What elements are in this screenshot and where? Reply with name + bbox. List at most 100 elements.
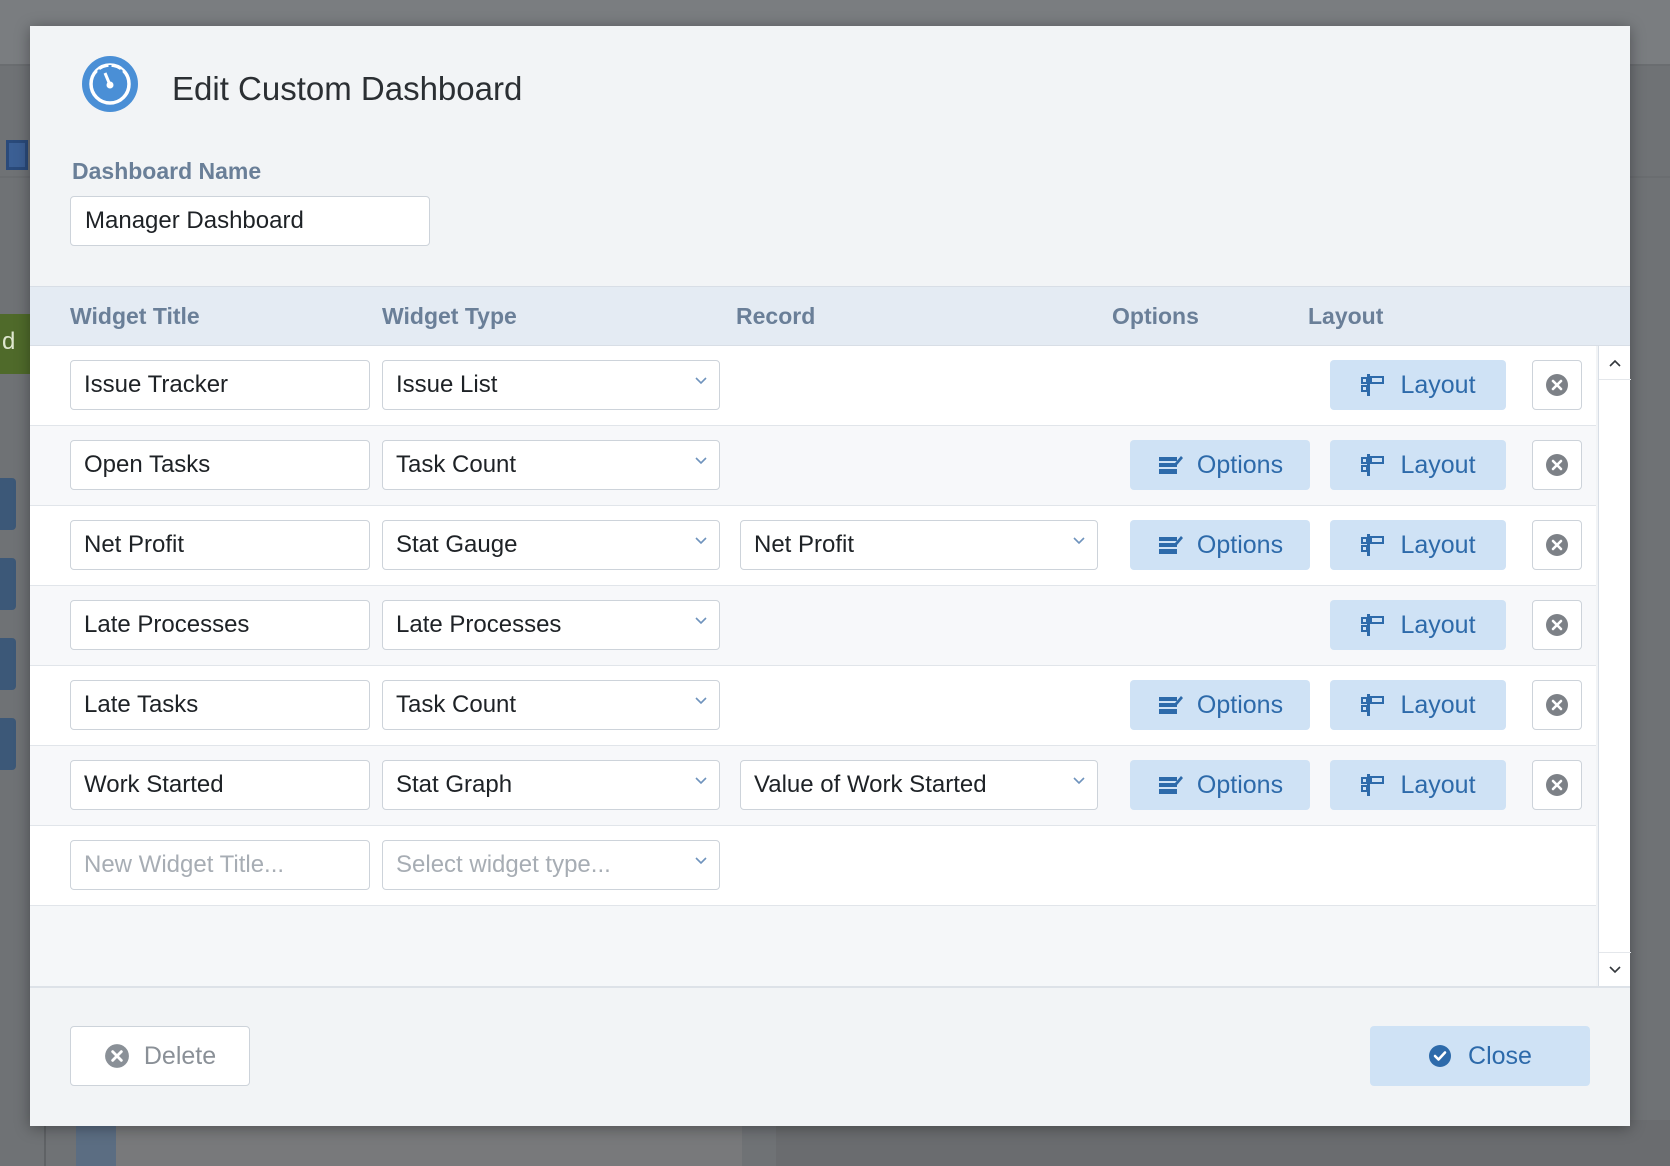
- record-select[interactable]: Net Profit: [740, 520, 1098, 570]
- remove-circle-icon: [1546, 774, 1568, 796]
- layout-icon: [1361, 614, 1385, 636]
- remove-widget-button[interactable]: [1532, 520, 1582, 570]
- options-button[interactable]: Options: [1130, 520, 1310, 570]
- chevron-down-icon: [695, 777, 707, 785]
- options-edit-icon: [1158, 456, 1183, 474]
- background-nav-tab: [0, 558, 16, 610]
- background-panel: [116, 1120, 742, 1166]
- close-button-label: Close: [1468, 1041, 1532, 1070]
- record-value: Value of Work Started: [754, 771, 987, 798]
- remove-circle-icon: [1546, 694, 1568, 716]
- chevron-down-icon: [1073, 777, 1085, 785]
- background-panel: [776, 1120, 1670, 1166]
- widget-type-select[interactable]: Late Processes: [382, 600, 720, 650]
- chevron-down-icon: [695, 457, 707, 465]
- options-edit-icon: [1158, 776, 1183, 794]
- layout-button[interactable]: Layout: [1330, 680, 1506, 730]
- remove-circle-icon: [1546, 534, 1568, 556]
- chevron-down-icon: [695, 857, 707, 865]
- options-button-label: Options: [1196, 770, 1284, 799]
- close-button[interactable]: Close: [1370, 1026, 1590, 1086]
- remove-widget-button[interactable]: [1532, 600, 1582, 650]
- remove-widget-button[interactable]: [1532, 440, 1582, 490]
- layout-button-label: Layout: [1400, 610, 1476, 639]
- layout-icon: [1361, 774, 1385, 796]
- widget-type-value: Task Count: [396, 451, 517, 478]
- remove-circle-icon: [1546, 614, 1568, 636]
- header-widget-title: Widget Title: [70, 303, 200, 329]
- widget-table-header: Widget Title Widget Type Record Options …: [30, 286, 1630, 346]
- widget-type-select[interactable]: Issue List: [382, 360, 720, 410]
- header-layout: Layout: [1308, 303, 1384, 329]
- layout-button-label: Layout: [1400, 690, 1476, 719]
- remove-widget-button[interactable]: [1532, 680, 1582, 730]
- layout-button[interactable]: Layout: [1330, 760, 1506, 810]
- background-nav-tab: [0, 638, 16, 690]
- rows-scrollbar[interactable]: [1598, 346, 1631, 986]
- options-button[interactable]: Options: [1130, 440, 1310, 490]
- layout-icon: [1361, 374, 1385, 396]
- layout-button[interactable]: Layout: [1330, 360, 1506, 410]
- options-button-label: Options: [1196, 530, 1284, 559]
- widget-type-select[interactable]: Stat Gauge: [382, 520, 720, 570]
- widget-title-input[interactable]: Work Started: [70, 760, 370, 810]
- remove-circle-icon: [1546, 374, 1568, 396]
- chevron-down-icon: [695, 537, 707, 545]
- delete-button[interactable]: Delete: [70, 1026, 250, 1086]
- layout-icon: [1361, 534, 1385, 556]
- options-button-label: Options: [1196, 450, 1284, 479]
- options-edit-icon: [1158, 696, 1183, 714]
- options-edit-icon: [1158, 536, 1183, 554]
- layout-icon: [1361, 454, 1385, 476]
- widget-title-input[interactable]: Late Tasks: [70, 680, 370, 730]
- widget-title-input[interactable]: Issue Tracker: [70, 360, 370, 410]
- layout-button[interactable]: Layout: [1330, 520, 1506, 570]
- header-widget-type: Widget Type: [382, 303, 517, 329]
- layout-icon: [1361, 694, 1385, 716]
- remove-widget-button[interactable]: [1532, 760, 1582, 810]
- background-nav-tab: [0, 718, 16, 770]
- new-widget-row: New Widget Title... Select widget type..…: [30, 826, 1596, 906]
- widget-title-input[interactable]: Net Profit: [70, 520, 370, 570]
- widget-rows: Issue Tracker Issue List Layout Open Tas…: [30, 346, 1596, 986]
- remove-widget-button[interactable]: [1532, 360, 1582, 410]
- widget-type-select[interactable]: Task Count: [382, 680, 720, 730]
- remove-circle-icon: [104, 1044, 129, 1068]
- widget-type-select[interactable]: Stat Graph: [382, 760, 720, 810]
- modal-footer: Delete Close: [30, 986, 1630, 1126]
- options-button[interactable]: Options: [1130, 760, 1310, 810]
- widget-type-select[interactable]: Task Count: [382, 440, 720, 490]
- chevron-down-icon: [695, 617, 707, 625]
- layout-button[interactable]: Layout: [1330, 440, 1506, 490]
- layout-button-label: Layout: [1400, 530, 1476, 559]
- background-tab-label: d: [2, 328, 16, 355]
- layout-button-label: Layout: [1400, 450, 1476, 479]
- widget-type-value: Issue List: [396, 371, 498, 398]
- widget-row: Issue Tracker Issue List Layout: [30, 346, 1596, 426]
- widget-type-value: Task Count: [396, 691, 517, 718]
- chevron-down-icon: [695, 697, 707, 705]
- widget-title-input[interactable]: Open Tasks: [70, 440, 370, 490]
- record-value: Net Profit: [754, 531, 855, 558]
- new-widget-type-select[interactable]: Select widget type...: [382, 840, 720, 890]
- widget-row: Open Tasks Task Count Options Layout: [30, 426, 1596, 506]
- gauge-icon: [82, 56, 138, 112]
- scroll-up-button[interactable]: [1599, 346, 1631, 380]
- options-button[interactable]: Options: [1130, 680, 1310, 730]
- widget-title-input[interactable]: Late Processes: [70, 600, 370, 650]
- layout-button-label: Layout: [1400, 370, 1476, 399]
- remove-circle-icon: [1546, 454, 1568, 476]
- new-widget-title-input[interactable]: New Widget Title...: [70, 840, 370, 890]
- widget-type-value: Stat Gauge: [396, 531, 518, 558]
- record-select[interactable]: Value of Work Started: [740, 760, 1098, 810]
- widget-row: Work Started Stat Graph Value of Work St…: [30, 746, 1596, 826]
- chevron-up-icon: [1609, 359, 1621, 367]
- scroll-down-button[interactable]: [1599, 952, 1631, 986]
- background-nav-tab: [0, 478, 16, 530]
- widget-type-value: Late Processes: [396, 611, 562, 638]
- layout-button[interactable]: Layout: [1330, 600, 1506, 650]
- widget-type-placeholder: Select widget type...: [396, 851, 611, 878]
- background-app-icon: [6, 140, 28, 170]
- options-button-label: Options: [1196, 690, 1284, 719]
- dashboard-name-input[interactable]: [70, 196, 430, 246]
